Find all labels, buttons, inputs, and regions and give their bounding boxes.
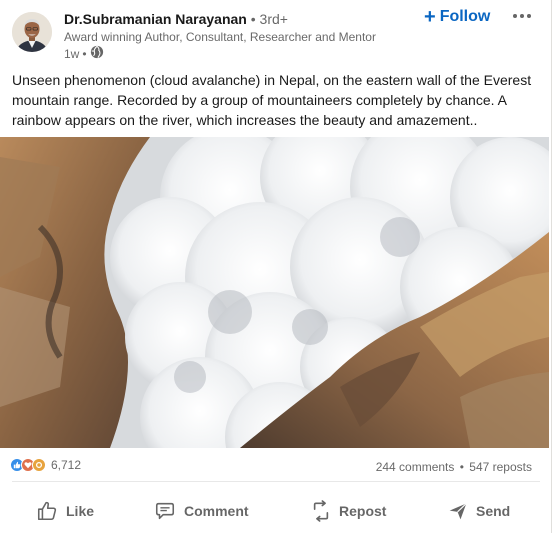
post-time: 1w	[64, 47, 80, 61]
send-label: Send	[476, 503, 511, 519]
author-line: Dr.Subramanian Narayanan • 3rd+	[64, 10, 288, 28]
comments-count[interactable]: 244 comments	[376, 460, 455, 474]
more-options-icon[interactable]	[508, 4, 536, 28]
cloud-avalanche-image	[0, 137, 549, 448]
stats-separator: •	[459, 460, 464, 474]
social-counts: 6,712 244 comments • 547 reposts	[0, 454, 552, 480]
thumbs-up-icon	[36, 500, 58, 522]
comment-button[interactable]: Comment	[154, 491, 249, 531]
action-bar: Like Comment Repost Send	[0, 491, 552, 533]
globe-icon	[90, 45, 104, 63]
post-meta: 1w •	[64, 45, 104, 63]
reposts-count[interactable]: 547 reposts	[469, 460, 532, 474]
repost-button[interactable]: Repost	[311, 491, 386, 531]
post-header: Dr.Subramanian Narayanan • 3rd+ Award wi…	[0, 0, 552, 66]
post-stats: 244 comments • 547 reposts	[376, 460, 532, 474]
repost-icon	[311, 500, 331, 522]
meta-dot: •	[82, 47, 87, 61]
send-button[interactable]: Send	[448, 491, 510, 531]
support-icon	[32, 458, 46, 472]
author-avatar[interactable]	[12, 12, 52, 52]
post-video[interactable]	[0, 137, 549, 448]
plus-icon: +	[424, 6, 436, 28]
repost-label: Repost	[339, 503, 387, 519]
like-label: Like	[66, 503, 95, 519]
connection-separator: •	[246, 11, 260, 27]
divider	[12, 481, 540, 482]
follow-label: Follow	[439, 8, 491, 25]
author-name[interactable]: Dr.Subramanian Narayanan	[64, 11, 247, 27]
like-button[interactable]: Like	[36, 491, 94, 531]
comment-label: Comment	[184, 503, 249, 519]
feed-post: Dr.Subramanian Narayanan • 3rd+ Award wi…	[0, 0, 552, 533]
post-text: Unseen phenomenon (cloud avalanche) in N…	[12, 72, 532, 128]
author-headline: Award winning Author, Consultant, Resear…	[64, 30, 376, 44]
reaction-count: 6,712	[51, 458, 82, 472]
connection-degree: 3rd+	[259, 11, 288, 27]
send-icon	[448, 501, 468, 521]
follow-button[interactable]: + Follow	[424, 6, 490, 28]
reactions-summary[interactable]: 6,712	[10, 458, 81, 472]
comment-icon	[154, 500, 176, 522]
